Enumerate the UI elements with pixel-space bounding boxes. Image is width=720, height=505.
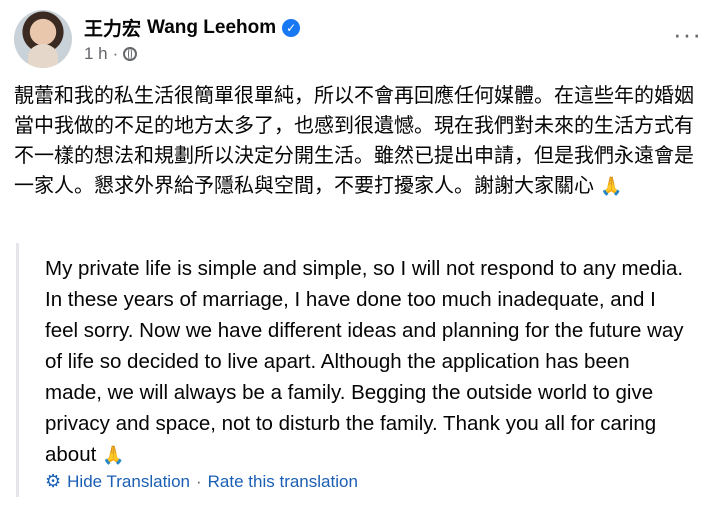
avatar[interactable]: [14, 10, 72, 68]
praying-hands-icon: 🙏: [600, 176, 623, 197]
post-time[interactable]: 1 h: [84, 44, 108, 64]
author-name-en[interactable]: Wang Leehom: [147, 17, 276, 39]
post-body-zh: 靚蕾和我的私生活很簡單很單純，所以不會再回應任何媒體。在這些年的婚姻當中我做的不…: [14, 83, 694, 197]
post-text-zh: 靚蕾和我的私生活很簡單很單純，所以不會再回應任何媒體。在這些年的婚姻當中我做的不…: [14, 80, 704, 202]
praying-hands-icon: 🙏: [102, 445, 125, 465]
gear-icon[interactable]: ⚙: [45, 471, 61, 492]
translation-block: My private life is simple and simple, so…: [16, 243, 709, 497]
post-text-en: My private life is simple and simple, so…: [45, 253, 685, 471]
post-header: 王力宏 Wang Leehom ✓ 1 h · ···: [14, 10, 706, 70]
rate-translation-link[interactable]: Rate this translation: [208, 472, 358, 492]
author-name-row: 王力宏 Wang Leehom ✓: [84, 14, 301, 41]
verified-check-icon: ✓: [282, 18, 301, 37]
translation-footer: ⚙ Hide Translation · Rate this translati…: [45, 471, 358, 492]
more-options-button[interactable]: ···: [673, 21, 702, 47]
footer-separator: ·: [195, 471, 202, 491]
post-body-en: My private life is simple and simple, so…: [45, 257, 684, 466]
meta-separator: ·: [112, 44, 119, 63]
hide-translation-link[interactable]: Hide Translation: [67, 472, 190, 492]
globe-icon: [123, 47, 138, 61]
post-meta: 1 h ·: [84, 44, 138, 64]
author-name-zh[interactable]: 王力宏: [84, 14, 141, 41]
